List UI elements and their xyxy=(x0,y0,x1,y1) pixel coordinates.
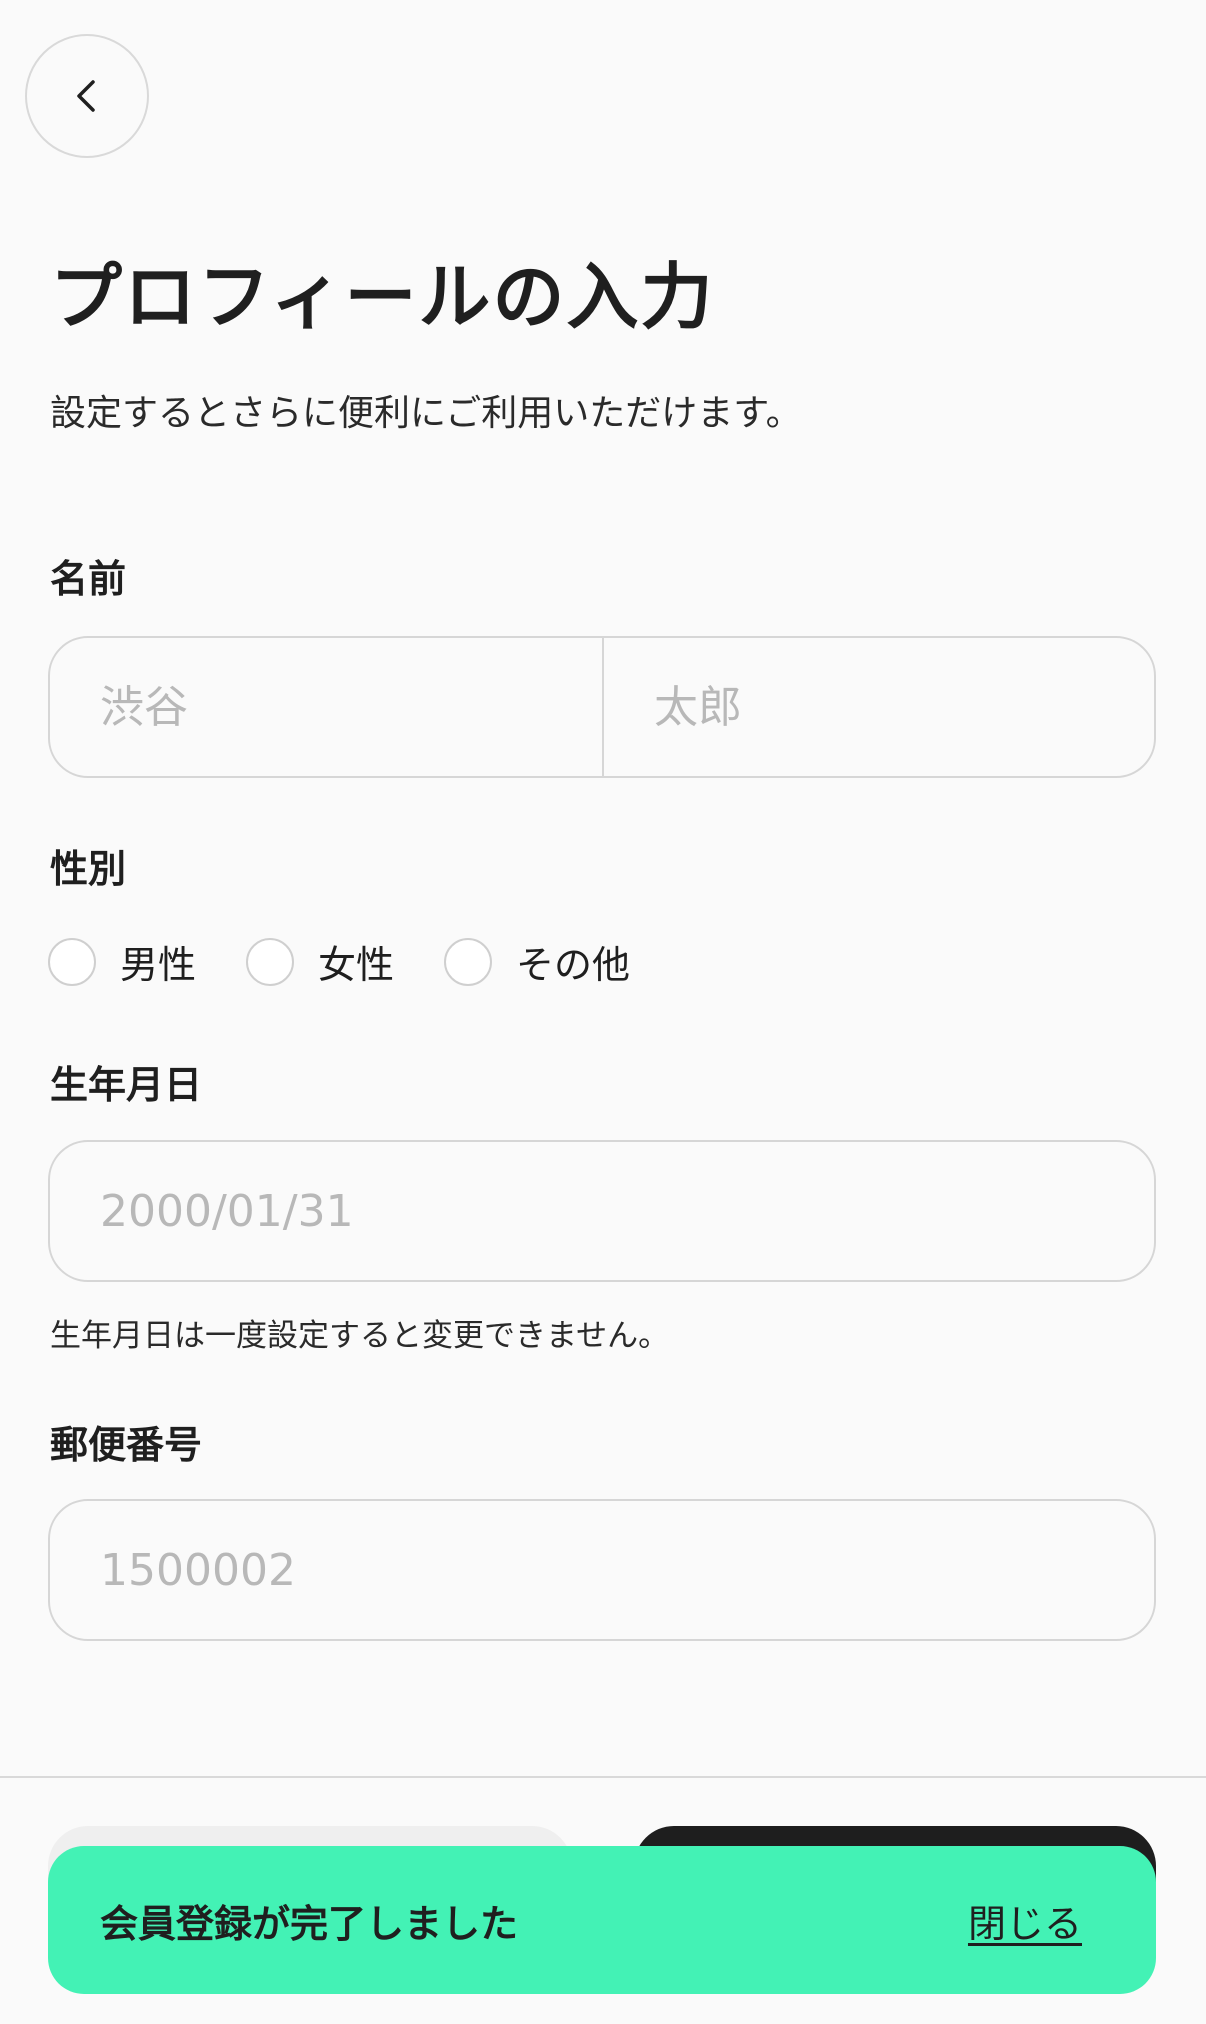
gender-option-female[interactable]: 女性 xyxy=(246,934,394,989)
gender-label: 性別 xyxy=(50,847,127,891)
footer-divider xyxy=(0,1776,1206,1778)
gender-option-label: その他 xyxy=(516,943,631,987)
gender-radio-group: 男性 女性 その他 xyxy=(48,934,680,989)
birthday-input[interactable] xyxy=(50,1142,1154,1280)
radio-button[interactable] xyxy=(444,937,493,986)
radio-button[interactable] xyxy=(246,937,295,986)
first-name-field-wrapper xyxy=(602,638,1154,776)
profile-input-screen: プロフィールの入力 設定するとさらに便利にご利用いただけます。 名前 性別 男性… xyxy=(0,0,1206,2024)
page-title: プロフィールの入力 xyxy=(50,255,715,339)
page-subtitle: 設定するとさらに便利にご利用いただけます。 xyxy=(50,393,802,434)
last-name-input[interactable] xyxy=(50,638,602,776)
gender-option-male[interactable]: 男性 xyxy=(48,934,196,989)
last-name-field-wrapper xyxy=(50,638,602,776)
name-label: 名前 xyxy=(50,557,127,601)
gender-option-other[interactable]: その他 xyxy=(444,934,630,989)
back-button[interactable] xyxy=(25,34,149,158)
gender-option-label: 女性 xyxy=(318,943,395,987)
registration-complete-toast: 会員登録が完了しました 閉じる xyxy=(48,1846,1156,1994)
toast-message: 会員登録が完了しました xyxy=(100,1901,519,1946)
chevron-left-icon xyxy=(77,80,95,112)
postal-code-label: 郵便番号 xyxy=(50,1423,203,1467)
birthday-note: 生年月日は一度設定すると変更できません。 xyxy=(50,1318,670,1354)
postal-code-input[interactable] xyxy=(50,1501,1154,1639)
toast-close-link[interactable]: 閉じる xyxy=(968,1893,1082,1948)
birthday-field xyxy=(48,1140,1156,1282)
gender-option-label: 男性 xyxy=(120,943,197,987)
name-field-group xyxy=(48,636,1156,778)
postal-code-field xyxy=(48,1499,1156,1641)
birthday-label: 生年月日 xyxy=(50,1063,203,1107)
first-name-input[interactable] xyxy=(604,638,1154,776)
radio-button[interactable] xyxy=(48,937,96,986)
